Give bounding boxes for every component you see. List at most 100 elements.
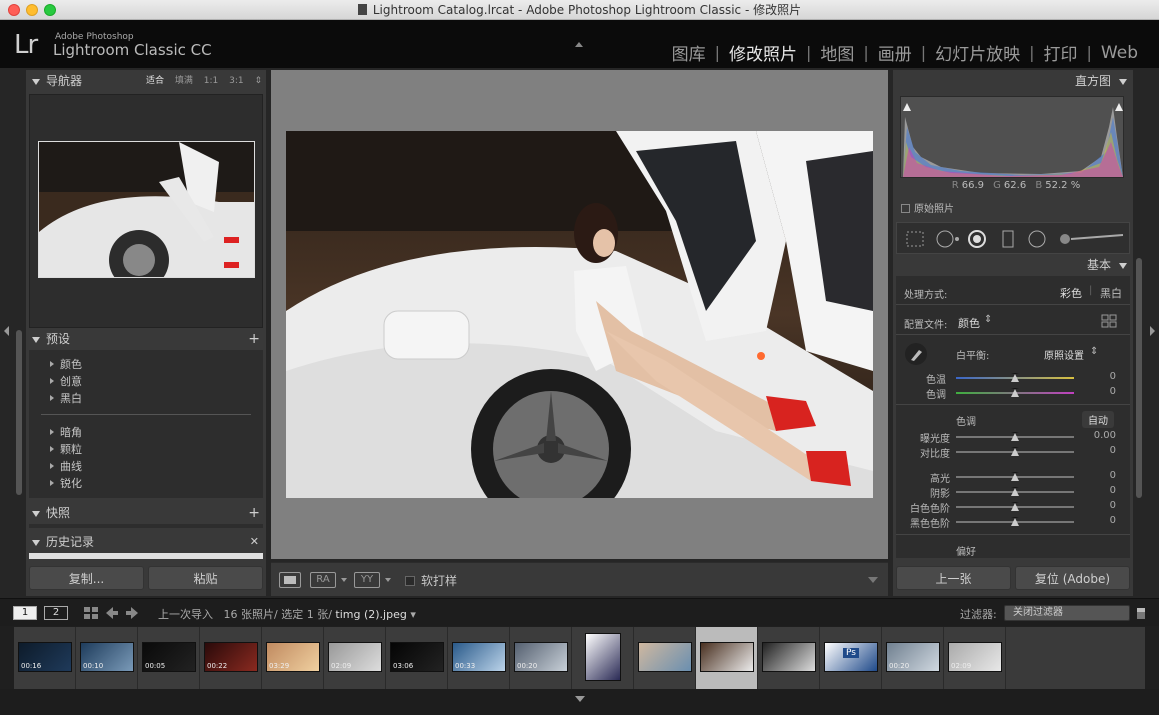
highlights-value[interactable]: 0: [1110, 470, 1116, 481]
maximize-window-button[interactable]: [44, 4, 56, 16]
filmstrip-cell[interactable]: 03:29: [262, 627, 324, 689]
paste-settings-button[interactable]: 粘贴: [148, 566, 263, 590]
preset-folder-grain[interactable]: 颗粒: [29, 441, 263, 458]
filmstrip-cell[interactable]: [634, 627, 696, 689]
treatment-bw-option[interactable]: 黑白: [1100, 285, 1122, 301]
contrast-slider[interactable]: [956, 447, 1074, 456]
filmstrip-cell[interactable]: 00:22: [200, 627, 262, 689]
profile-stepper-icon[interactable]: ⇕: [984, 314, 992, 325]
filmstrip-thumbnail[interactable]: [762, 642, 816, 672]
filmstrip-cell[interactable]: 00:16: [14, 627, 76, 689]
filmstrip-thumbnail[interactable]: 00:20: [886, 642, 940, 672]
whites-slider[interactable]: [956, 502, 1074, 511]
zoom-3-1[interactable]: 3:1: [229, 76, 243, 86]
filmstrip-thumbnail[interactable]: 00:22: [204, 642, 258, 672]
spot-removal-icon[interactable]: [935, 230, 961, 248]
filmstrip-thumbnail[interactable]: 00:05: [142, 642, 196, 672]
module-library[interactable]: 图库: [663, 40, 715, 65]
grid-view-icon[interactable]: [84, 607, 98, 619]
filmstrip-thumbnail[interactable]: 00:10: [80, 642, 134, 672]
graduated-filter-icon[interactable]: [1001, 230, 1015, 248]
main-photo[interactable]: [286, 131, 873, 498]
white-balance-eyedropper-icon[interactable]: [904, 342, 928, 366]
contrast-value[interactable]: 0: [1110, 445, 1116, 456]
back-arrow-icon[interactable]: [106, 607, 118, 619]
module-slideshow[interactable]: 幻灯片放映: [926, 40, 1029, 65]
filmstrip-cell[interactable]: 00:20: [882, 627, 944, 689]
preset-folder-bw[interactable]: 黑白: [29, 390, 263, 407]
filmstrip-thumbnail[interactable]: 02:09: [948, 642, 1002, 672]
loupe-view-icon[interactable]: [279, 572, 301, 588]
filmstrip-thumbnail[interactable]: Ps: [824, 642, 878, 672]
filmstrip-source[interactable]: 上一次导入 16 张照片/ 选定 1 张/ timg (2).jpeg ▾: [158, 606, 416, 622]
zoom-stepper-icon[interactable]: ⇕: [254, 76, 262, 86]
preset-folder-vignette[interactable]: 暗角: [29, 424, 263, 441]
profile-browser-icon[interactable]: [1101, 314, 1117, 328]
navigator-preview[interactable]: [29, 94, 263, 328]
filmstrip-cell[interactable]: 02:09: [324, 627, 386, 689]
swap-dropdown-icon[interactable]: [385, 578, 391, 582]
before-after-swap-button[interactable]: YY: [354, 572, 380, 588]
right-panel-scrollbar[interactable]: [1136, 258, 1142, 498]
left-panel-scrollbar[interactable]: [16, 330, 22, 495]
filmstrip-cell[interactable]: [572, 627, 634, 689]
collapse-top-panel-icon[interactable]: [575, 42, 583, 47]
collapse-filmstrip-icon[interactable]: [575, 696, 585, 702]
history-header[interactable]: 历史记录 ✕: [26, 531, 266, 553]
blacks-slider-thumb[interactable]: [1011, 517, 1019, 526]
forward-arrow-icon[interactable]: [126, 607, 138, 619]
filmstrip-thumbnail[interactable]: 02:09: [328, 642, 382, 672]
red-eye-icon[interactable]: [967, 230, 987, 248]
preset-folder-sharpen[interactable]: 锐化: [29, 475, 263, 492]
filmstrip-cell[interactable]: 03:06: [386, 627, 448, 689]
soft-proof-checkbox[interactable]: [405, 576, 415, 586]
tint-slider-thumb[interactable]: [1011, 388, 1019, 397]
presets-header[interactable]: 预设 +: [26, 328, 266, 350]
filmstrip-thumbnail[interactable]: 03:06: [390, 642, 444, 672]
filmstrip-cell[interactable]: 00:05: [138, 627, 200, 689]
treatment-color-option[interactable]: 彩色: [1060, 285, 1082, 301]
adjustment-brush-icon[interactable]: [1057, 230, 1127, 248]
toolbar-content-dropdown-icon[interactable]: [868, 577, 878, 583]
white-balance-select[interactable]: 原照设置: [1044, 347, 1084, 362]
navigator-header[interactable]: 导航器 适合 填满 1:1 3:1 ⇕: [26, 70, 266, 92]
filter-lock-icon[interactable]: [1137, 608, 1145, 619]
highlights-slider[interactable]: [956, 472, 1074, 481]
clear-history-icon[interactable]: ✕: [250, 531, 259, 553]
navigator-thumbnail[interactable]: [38, 141, 255, 278]
module-map[interactable]: 地图: [811, 40, 863, 65]
filmstrip-thumbnail[interactable]: [585, 633, 621, 681]
collapse-right-panel-icon[interactable]: [1150, 326, 1155, 336]
before-after-dropdown-icon[interactable]: [341, 578, 347, 582]
filmstrip-cell[interactable]: 00:33: [448, 627, 510, 689]
reset-button[interactable]: 复位 (Adobe): [1015, 566, 1130, 590]
collapse-left-panel-icon[interactable]: [4, 326, 9, 336]
module-develop[interactable]: 修改照片: [720, 40, 806, 65]
highlights-slider-thumb[interactable]: [1011, 472, 1019, 481]
temp-slider[interactable]: [956, 373, 1074, 382]
blacks-slider[interactable]: [956, 517, 1074, 526]
histogram-graph[interactable]: [900, 96, 1124, 178]
filmstrip-thumbnail[interactable]: 00:16: [18, 642, 72, 672]
blacks-value[interactable]: 0: [1110, 515, 1116, 526]
filmstrip-cell[interactable]: Ps: [820, 627, 882, 689]
shadows-value[interactable]: 0: [1110, 485, 1116, 496]
module-print[interactable]: 打印: [1035, 40, 1087, 65]
main-window-button[interactable]: 1: [13, 606, 37, 620]
filmstrip-cell[interactable]: 02:09: [944, 627, 1006, 689]
exposure-value[interactable]: 0.00: [1094, 430, 1116, 441]
filmstrip-cell[interactable]: 00:20: [510, 627, 572, 689]
show-original-toggle[interactable]: 原始照片: [901, 200, 954, 215]
shadows-slider-thumb[interactable]: [1011, 487, 1019, 496]
exposure-slider-thumb[interactable]: [1011, 432, 1019, 441]
zoom-fill[interactable]: 填满: [175, 76, 193, 86]
before-after-button[interactable]: RA: [310, 572, 336, 588]
tint-slider[interactable]: [956, 388, 1074, 397]
temp-value[interactable]: 0: [1110, 371, 1116, 382]
histogram-header[interactable]: 直方图: [893, 70, 1133, 92]
zoom-fit[interactable]: 适合: [146, 76, 164, 86]
wb-stepper-icon[interactable]: ⇕: [1090, 346, 1098, 357]
auto-tone-button[interactable]: 自动: [1082, 411, 1114, 428]
copy-settings-button[interactable]: 复制...: [29, 566, 144, 590]
contrast-slider-thumb[interactable]: [1011, 447, 1019, 456]
